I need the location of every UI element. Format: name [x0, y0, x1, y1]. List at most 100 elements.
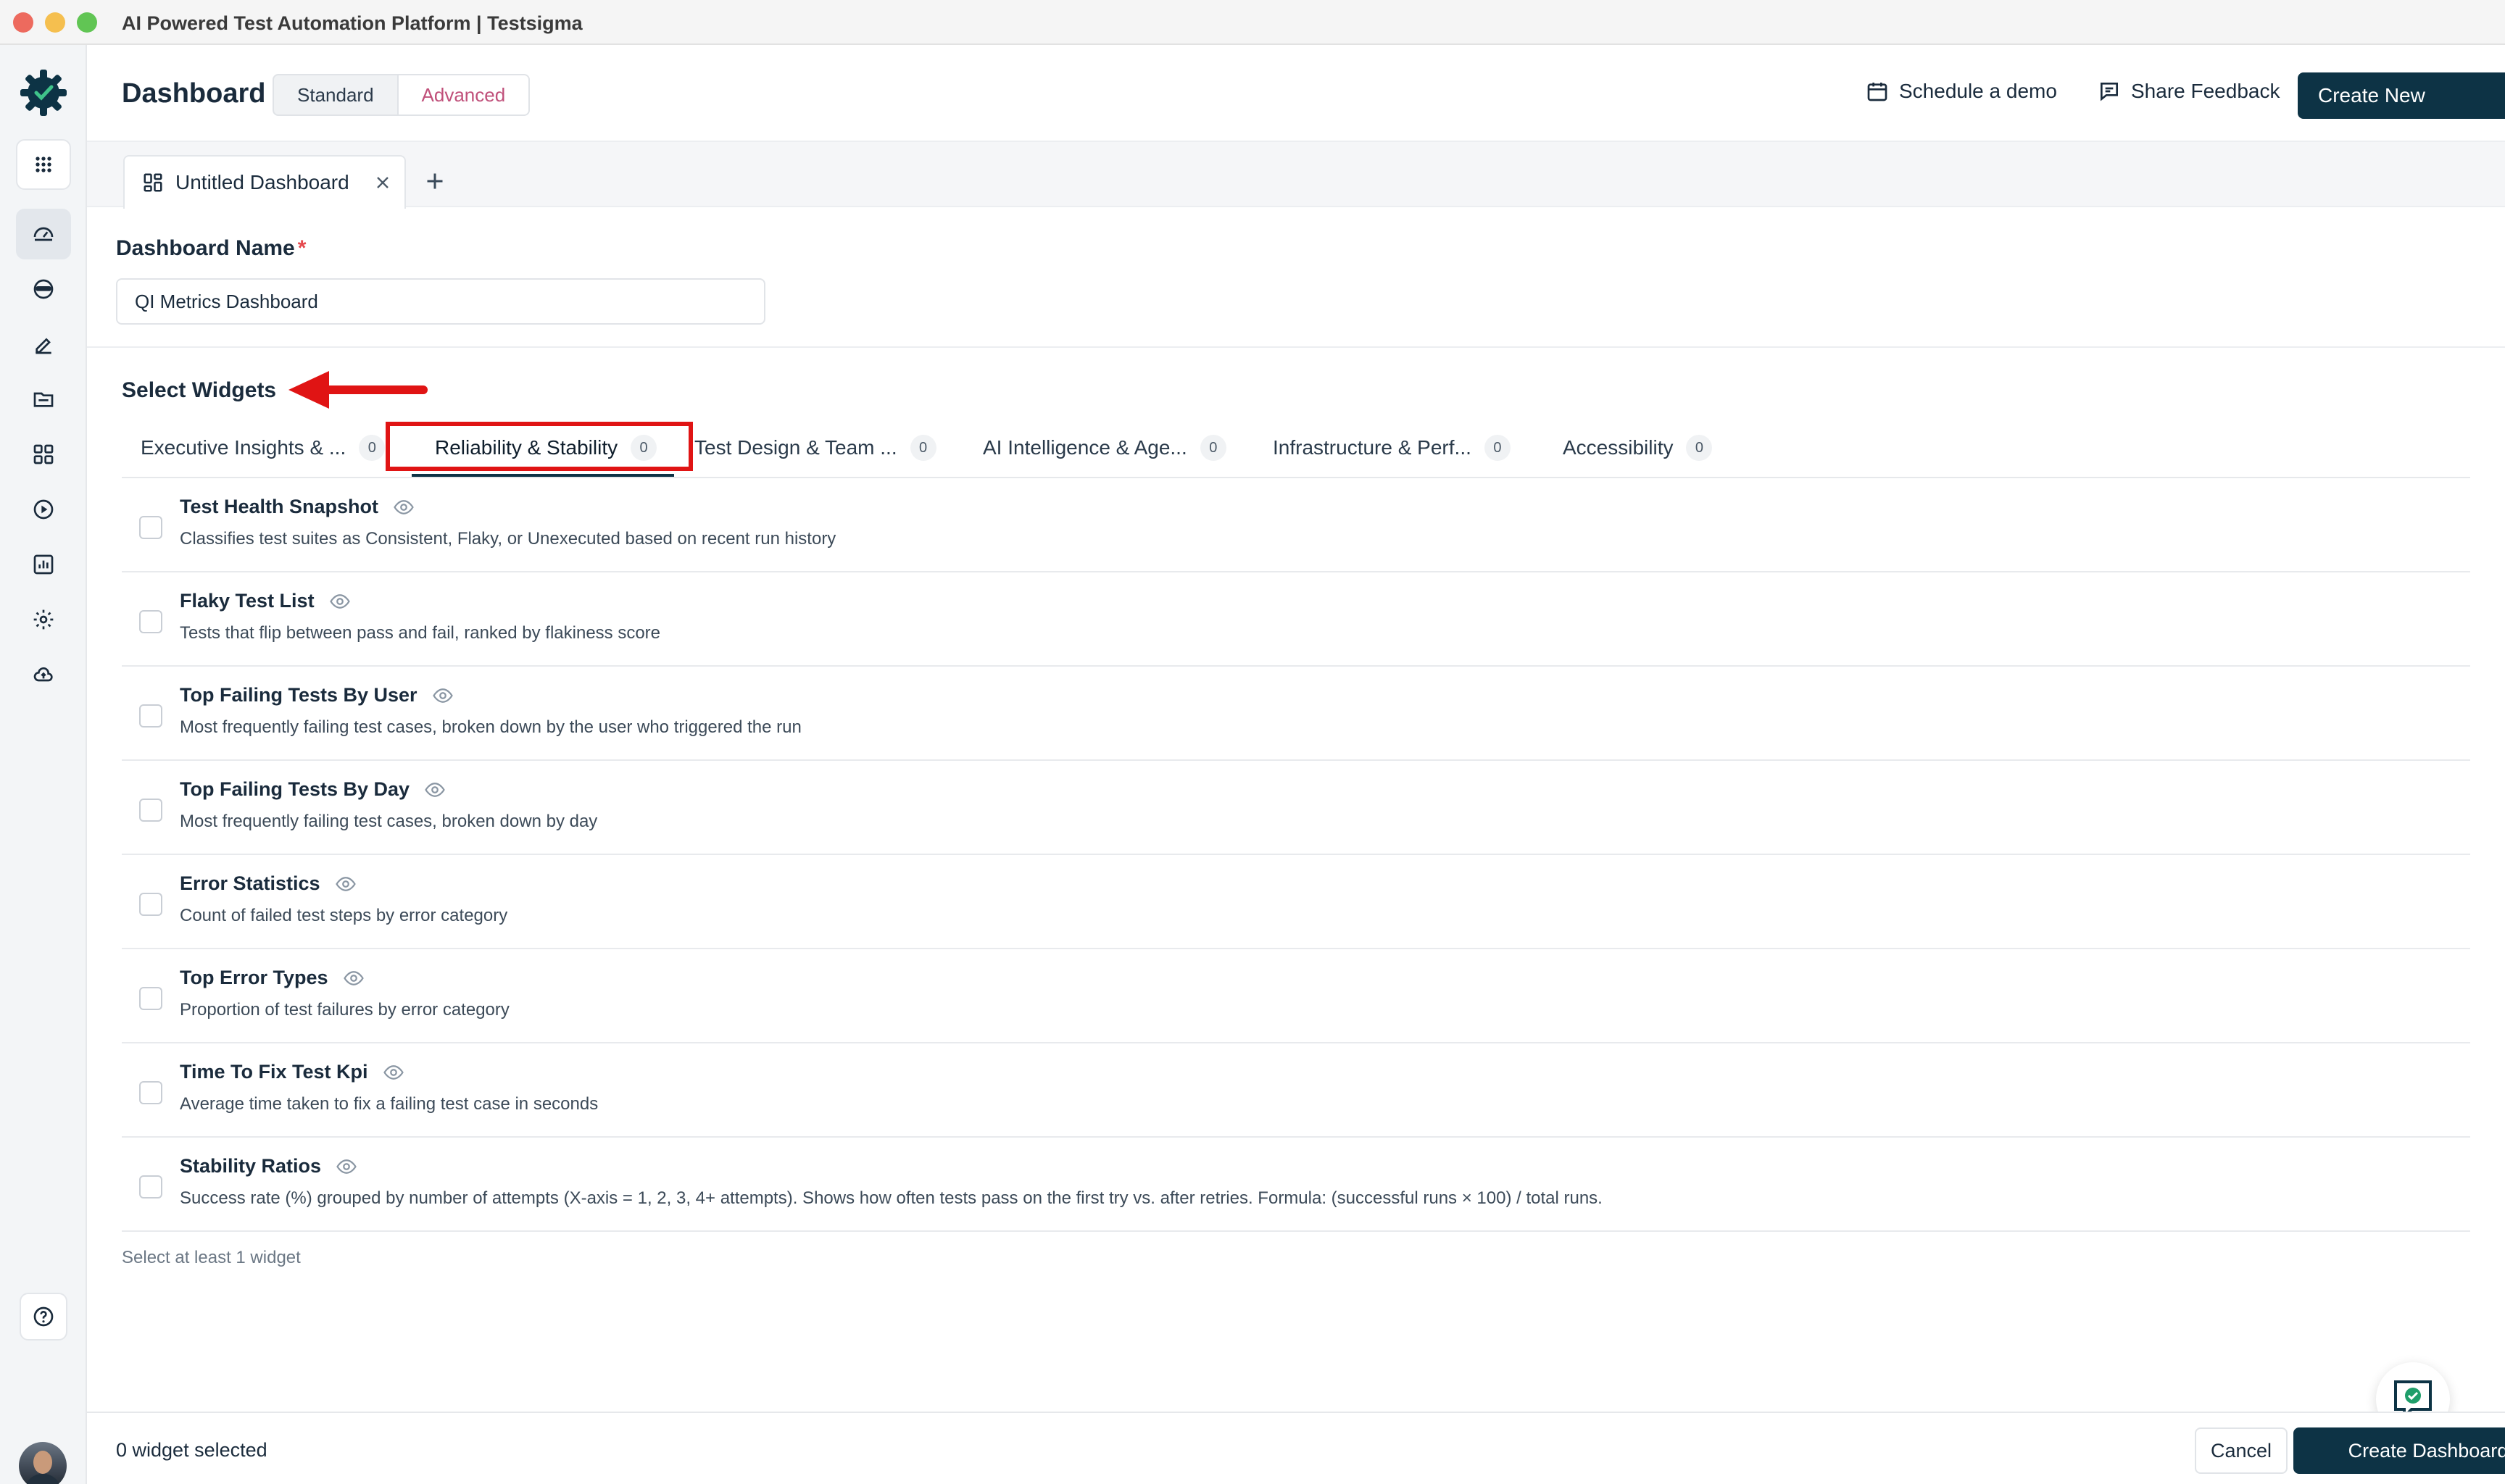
window-minimize-button[interactable]	[45, 12, 65, 33]
schedule-demo-label: Schedule a demo	[1899, 80, 2057, 102]
window-zoom-button[interactable]	[77, 12, 97, 33]
widget-row[interactable]: Top Error Types Proportion of test failu…	[122, 949, 2470, 1043]
widget-row[interactable]: Top Failing Tests By Day Most frequently…	[122, 761, 2470, 855]
widget-description: Classifies test suites as Consistent, Fl…	[180, 529, 836, 549]
widget-description: Proportion of test failures by error cat…	[180, 1000, 510, 1020]
widget-row[interactable]: Time To Fix Test Kpi Average time taken …	[122, 1043, 2470, 1138]
gear-icon	[33, 609, 54, 630]
widget-checkbox[interactable]	[139, 799, 162, 822]
widget-checkbox[interactable]	[139, 1081, 162, 1104]
cancel-button[interactable]: Cancel	[2195, 1427, 2288, 1474]
eye-icon[interactable]	[343, 967, 365, 989]
widgets-grid-icon	[33, 444, 54, 464]
sidebar-item-test-runner[interactable]	[16, 264, 71, 314]
view-mode-standard[interactable]: Standard	[274, 75, 397, 114]
widget-row[interactable]: Test Health Snapshot Classifies test sui…	[122, 478, 2470, 572]
window-close-button[interactable]	[13, 12, 33, 33]
page-header: Dashboard Standard Advanced Schedule a d…	[87, 45, 2505, 142]
active-tab-indicator	[412, 474, 674, 477]
widget-description: Count of failed test steps by error cate…	[180, 906, 508, 925]
page-title: Dashboard	[122, 78, 266, 109]
window-title: AI Powered Test Automation Platform | Te…	[122, 12, 583, 34]
sidebar-item-reports[interactable]	[16, 539, 71, 590]
annotation-arrow	[288, 371, 428, 409]
tab-accessibility[interactable]: Accessibility 0	[1563, 419, 1713, 477]
dashboard-name-input[interactable]	[116, 278, 765, 325]
category-count: 0	[1484, 435, 1511, 461]
sidebar-item-widgets[interactable]	[16, 429, 71, 480]
sidebar-item-settings[interactable]	[16, 594, 71, 645]
avatar[interactable]	[19, 1442, 67, 1484]
widget-row[interactable]: Flaky Test List Tests that flip between …	[122, 572, 2470, 667]
footer-bar: 0 widget selected Cancel Create Dashboar…	[87, 1412, 2505, 1484]
eye-icon[interactable]	[335, 873, 357, 895]
eye-icon[interactable]	[432, 685, 454, 706]
create-new-button[interactable]: Create New	[2298, 72, 2505, 119]
dashboard-gauge-icon	[33, 227, 54, 241]
tab-infrastructure-performance[interactable]: Infrastructure & Perf... 0	[1273, 419, 1511, 477]
eye-icon[interactable]	[424, 779, 446, 801]
schedule-demo-button[interactable]: Schedule a demo	[1866, 80, 2057, 103]
dashboard-tab-strip: Untitled Dashboard	[87, 142, 2505, 209]
testsigma-logo-icon[interactable]	[16, 65, 71, 120]
widget-title: Top Failing Tests By Day	[180, 778, 446, 801]
widget-row[interactable]: Stability Ratios Success rate (%) groupe…	[122, 1138, 2470, 1232]
widget-title: Time To Fix Test Kpi	[180, 1061, 404, 1083]
test-runner-icon	[33, 279, 54, 299]
widget-checkbox[interactable]	[139, 516, 162, 539]
widget-description: Most frequently failing test cases, brok…	[180, 717, 802, 737]
help-button[interactable]	[20, 1293, 67, 1341]
eye-icon[interactable]	[336, 1156, 357, 1177]
apps-grid-icon	[36, 157, 51, 172]
dashboard-name-label: Dashboard Name *	[116, 236, 307, 260]
sidebar-item-dashboard[interactable]	[16, 209, 71, 259]
widget-title: Top Failing Tests By User	[180, 684, 454, 706]
widget-row[interactable]: Top Failing Tests By User Most frequentl…	[122, 667, 2470, 761]
widget-checkbox[interactable]	[139, 704, 162, 728]
widget-title: Error Statistics	[180, 872, 357, 895]
close-icon[interactable]	[373, 172, 393, 193]
eye-icon[interactable]	[329, 591, 351, 612]
widget-title: Stability Ratios	[180, 1155, 357, 1177]
selected-count: 0 widget selected	[116, 1439, 267, 1461]
sidebar-apps-button[interactable]	[16, 139, 71, 190]
sidebar	[0, 45, 87, 1484]
edit-pen-icon	[36, 338, 51, 354]
play-circle-icon	[33, 499, 54, 520]
widget-description: Tests that flip between pass and fail, r…	[180, 623, 661, 643]
widget-checkbox[interactable]	[139, 893, 162, 916]
category-count: 0	[359, 435, 386, 461]
tab-label: Untitled Dashboard	[175, 171, 349, 193]
eye-icon[interactable]	[383, 1062, 404, 1083]
widget-description: Average time taken to fix a failing test…	[180, 1094, 599, 1114]
view-mode-toggle: Standard Advanced	[273, 74, 531, 116]
plus-icon[interactable]	[422, 168, 448, 194]
folder-icon	[33, 392, 54, 407]
widget-checkbox[interactable]	[139, 610, 162, 633]
widget-checkbox[interactable]	[139, 987, 162, 1010]
widget-title: Top Error Types	[180, 967, 365, 989]
sidebar-item-uploads[interactable]	[16, 649, 71, 700]
widget-checkbox[interactable]	[139, 1175, 162, 1199]
eye-icon[interactable]	[393, 496, 415, 518]
sidebar-item-runs[interactable]	[16, 484, 71, 535]
section-divider	[87, 346, 2505, 348]
sidebar-item-editor[interactable]	[16, 319, 71, 370]
share-feedback-button[interactable]: Share Feedback	[2098, 80, 2280, 103]
category-count: 0	[1200, 435, 1226, 461]
tab-ai-intelligence[interactable]: AI Intelligence & Age... 0	[983, 419, 1226, 477]
widget-title: Flaky Test List	[180, 590, 351, 612]
bar-chart-icon	[33, 554, 54, 575]
widget-row[interactable]: Error Statistics Count of failed test st…	[122, 855, 2470, 949]
create-dashboard-button[interactable]: Create Dashboard	[2293, 1427, 2505, 1474]
tab-executive-insights[interactable]: Executive Insights & ... 0	[141, 419, 386, 477]
tab-test-design-team[interactable]: Test Design & Team ... 0	[694, 419, 936, 477]
share-feedback-label: Share Feedback	[2131, 80, 2280, 102]
widget-title: Test Health Snapshot	[180, 496, 415, 518]
help-circle-icon	[33, 1306, 54, 1327]
tab-untitled-dashboard[interactable]: Untitled Dashboard	[123, 155, 406, 209]
sidebar-item-files[interactable]	[16, 374, 71, 425]
view-mode-advanced[interactable]: Advanced	[396, 75, 529, 114]
category-count: 0	[1686, 435, 1713, 461]
select-widgets-title: Select Widgets	[122, 378, 277, 402]
